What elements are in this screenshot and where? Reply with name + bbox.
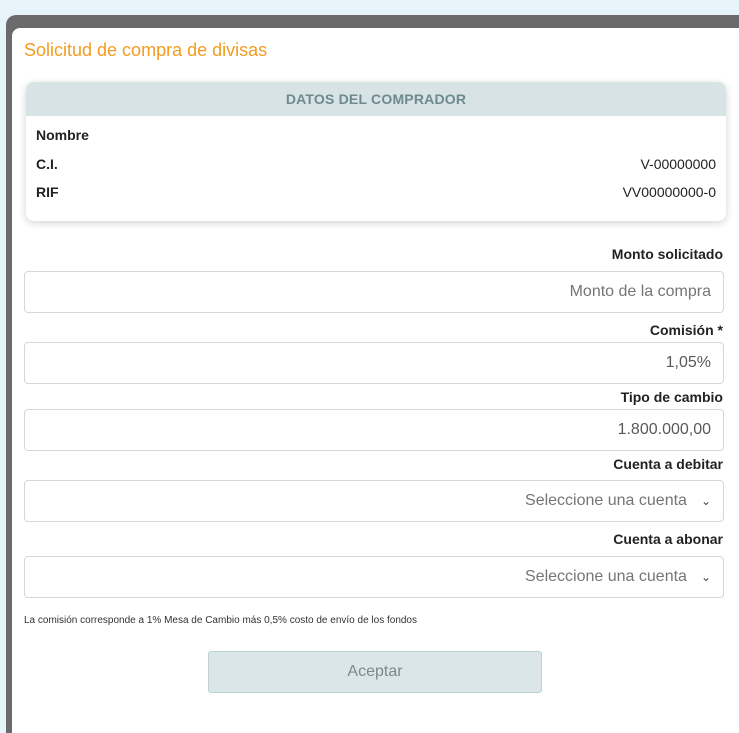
chevron-down-icon: ⌄ [700,570,711,584]
commission-field: 1,05% [24,342,724,384]
credit-account-selected: Seleccione una cuenta [525,568,687,585]
chevron-down-icon: ⌄ [700,494,711,508]
exchange-rate-label: Tipo de cambio [620,389,723,405]
form-title: Solicitud de compra de divisas [24,40,268,60]
buyer-card-header: DATOS DEL COMPRADOR [26,82,726,116]
buyer-row-ci: C.I. V-00000000 [36,156,716,172]
commission-label: Comisión * [649,322,723,338]
debit-account-selected: Seleccione una cuenta [525,492,687,509]
credit-account-label: Cuenta a abonar [613,531,723,547]
buyer-data-card: DATOS DEL COMPRADOR Nombre C.I. V-000000… [26,82,726,221]
amount-label: Monto solicitado [611,246,723,262]
buyer-name-label: Nombre [36,127,89,143]
debit-account-select[interactable]: Seleccione una cuenta ⌄ [24,480,724,522]
commission-note: La comisión corresponde a 1% Mesa de Cam… [24,615,417,626]
exchange-rate-field: 1.800.000,00 [24,409,724,451]
amount-input[interactable]: Monto de la compra [24,271,724,313]
accept-button[interactable]: Aceptar [208,651,542,693]
purchase-form-panel: Solicitud de compra de divisas DATOS DEL… [12,28,739,733]
buyer-row-rif: RIF VV00000000-0 [36,184,716,200]
buyer-ci-value: V-00000000 [640,156,716,172]
credit-account-select[interactable]: Seleccione una cuenta ⌄ [24,556,724,598]
buyer-rif-value: VV00000000-0 [622,184,716,200]
buyer-row-name: Nombre [36,127,716,143]
buyer-rif-label: RIF [36,184,59,200]
buyer-ci-label: C.I. [36,156,58,172]
debit-account-label: Cuenta a debitar [613,456,723,472]
